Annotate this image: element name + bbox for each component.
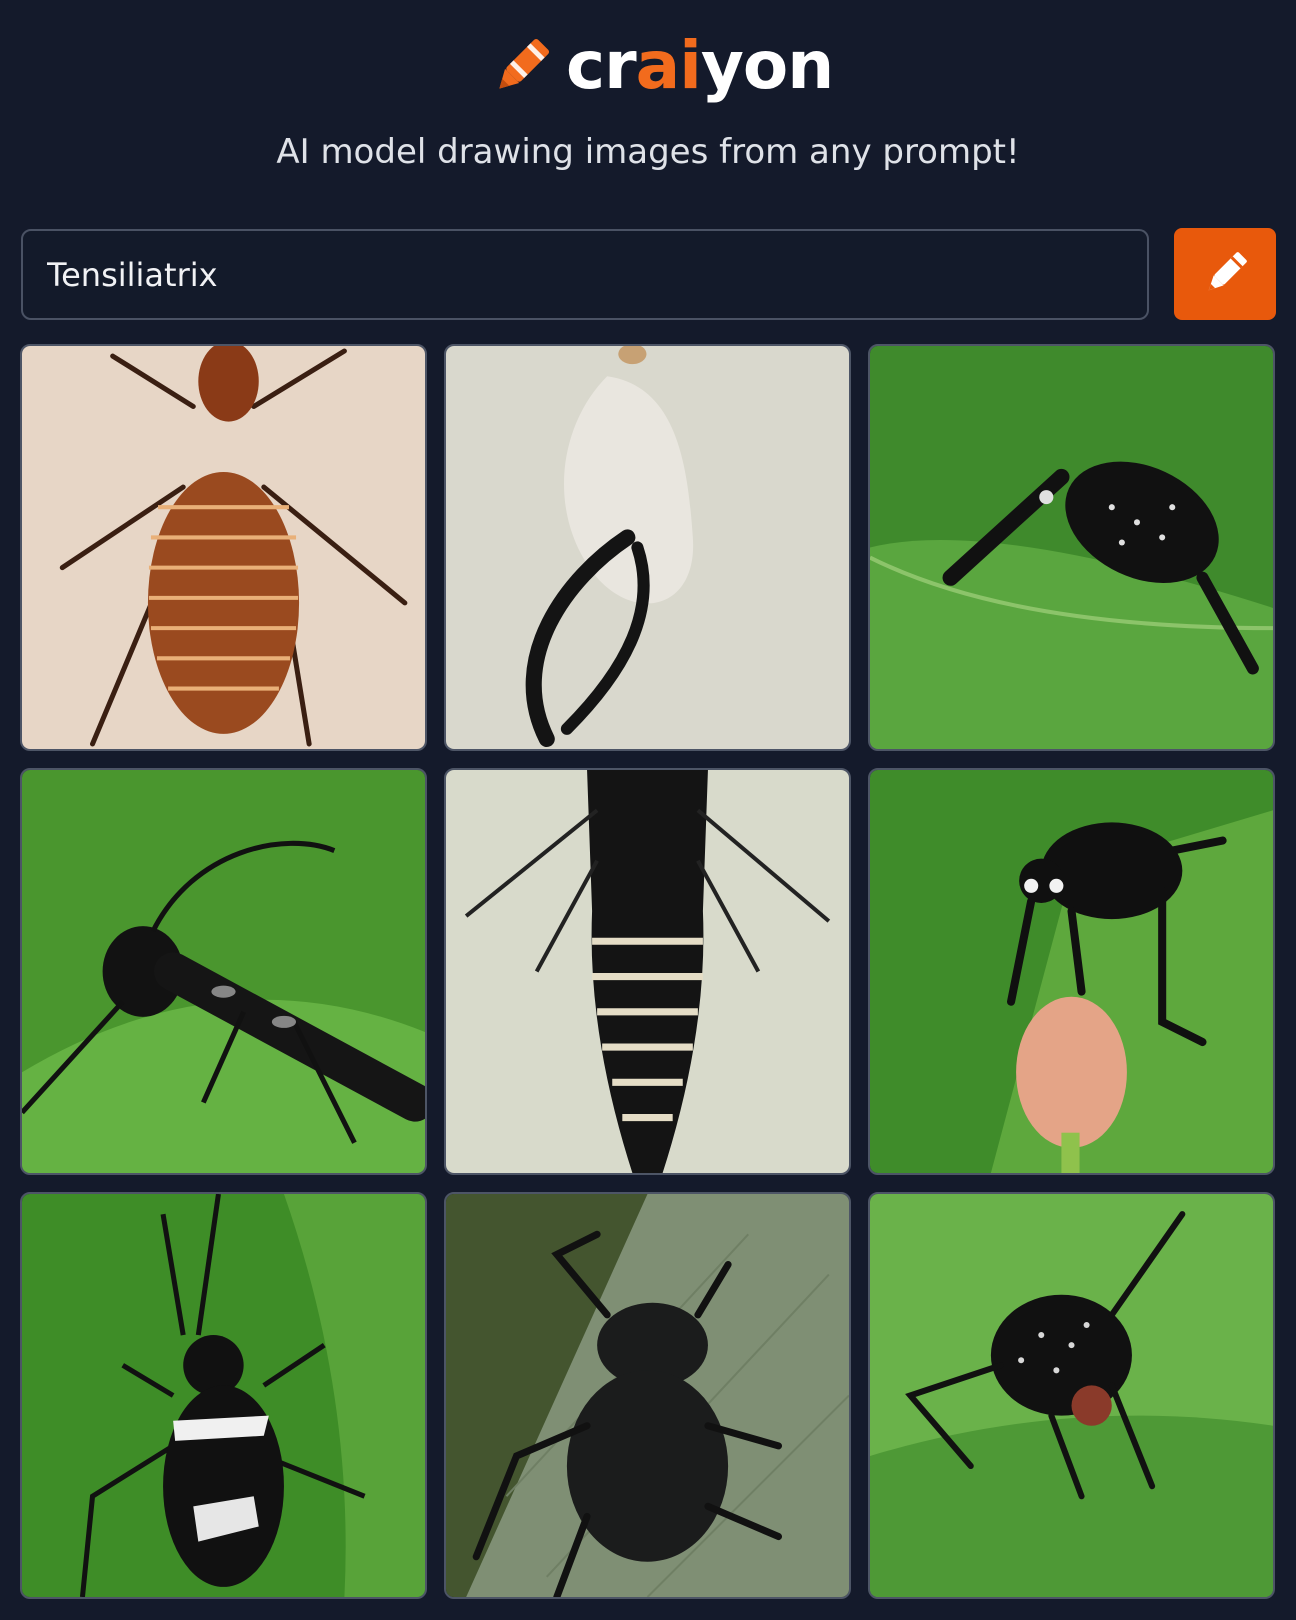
white-pod-image [446, 346, 849, 749]
speckled-weevil-image [870, 1194, 1273, 1597]
results-grid [20, 344, 1276, 1600]
result-image-4[interactable] [20, 768, 427, 1175]
result-image-5[interactable] [444, 768, 851, 1175]
tagline: AI model drawing images from any prompt! [276, 132, 1020, 172]
striped-larva-image [446, 770, 849, 1173]
result-image-6[interactable] [868, 768, 1275, 1175]
header: craiyon AI model drawing images from any… [0, 0, 1296, 200]
result-image-7[interactable] [20, 1192, 427, 1599]
brand-name-prefix: cr [566, 27, 637, 104]
brand-name: craiyon [566, 33, 834, 99]
crayon-icon [499, 38, 550, 89]
result-image-3[interactable] [868, 344, 1275, 751]
prompt-input[interactable] [21, 229, 1149, 320]
beetle-bud-image [870, 770, 1273, 1173]
speckled-beetle-image [870, 346, 1273, 749]
pencil-icon [1208, 252, 1247, 291]
armored-beetle-image [446, 1194, 849, 1597]
result-image-2[interactable] [444, 344, 851, 751]
result-image-1[interactable] [20, 344, 427, 751]
craiyon-logo[interactable]: craiyon [486, 26, 834, 106]
bw-beetle-image [22, 1194, 425, 1597]
brand-name-accent: ai [635, 27, 702, 104]
brown-insect-image [22, 346, 425, 749]
glossy-insect-image [22, 770, 425, 1173]
result-image-9[interactable] [868, 1192, 1275, 1599]
brand-name-suffix: yon [700, 27, 834, 104]
result-image-8[interactable] [444, 1192, 851, 1599]
draw-button[interactable] [1174, 228, 1276, 320]
